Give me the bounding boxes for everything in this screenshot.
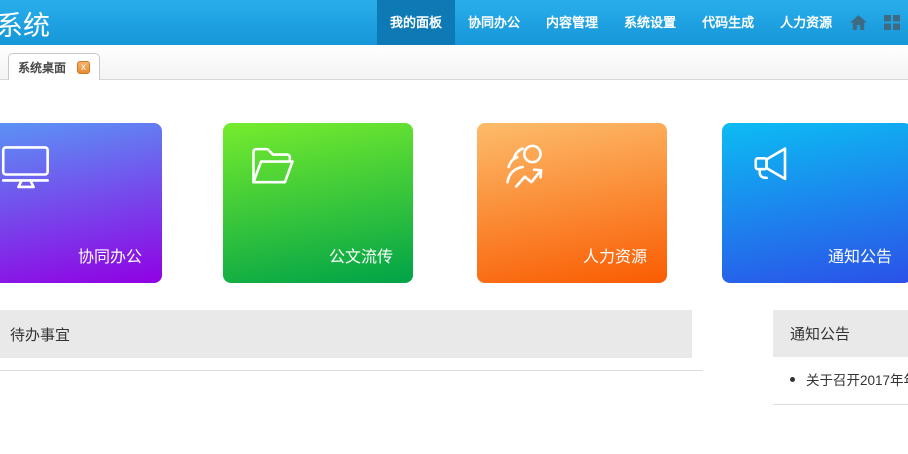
tile-document-flow[interactable]: 公文流传 (223, 123, 413, 283)
person-growth-icon (501, 141, 553, 193)
tile-collab-office[interactable]: 协同办公 (0, 123, 162, 283)
tile-label: 人力资源 (583, 243, 647, 267)
tile-notices[interactable]: 通知公告 (722, 123, 908, 283)
bullet-icon (790, 377, 795, 382)
nav-item-my-dashboard[interactable]: 我的面板 (377, 0, 455, 45)
app-title: 系统 (0, 4, 50, 43)
tab-label: 系统桌面 (18, 59, 66, 76)
notice-panel-title: 通知公告 (790, 323, 850, 344)
megaphone-icon (746, 141, 798, 193)
grid-icon[interactable] (883, 15, 901, 31)
tile-label: 公文流传 (329, 243, 393, 267)
main-nav: 我的面板 协同办公 内容管理 系统设置 代码生成 人力资源 (377, 0, 845, 45)
notice-item-divider (773, 404, 908, 405)
nav-item-content-mgmt[interactable]: 内容管理 (533, 0, 611, 45)
todo-panel-divider (0, 370, 703, 371)
nav-item-code-gen[interactable]: 代码生成 (689, 0, 767, 45)
nav-item-collab-office[interactable]: 协同办公 (455, 0, 533, 45)
close-icon[interactable]: x (77, 61, 90, 74)
notice-item-text: 关于召开2017年年 (806, 369, 908, 389)
notice-list-item[interactable]: 关于召开2017年年 (773, 369, 908, 389)
app-window: 系统 我的面板 协同办公 内容管理 系统设置 代码生成 人力资源 系统桌面 x (0, 0, 908, 454)
todo-panel-title: 待办事宜 (10, 324, 70, 345)
folder-open-icon (247, 141, 299, 193)
home-icon[interactable] (849, 15, 867, 31)
tab-bar: 系统桌面 x (0, 45, 908, 80)
nav-item-hr[interactable]: 人力资源 (767, 0, 845, 45)
tile-label: 通知公告 (828, 243, 892, 267)
todo-panel-header: 待办事宜 (0, 310, 692, 358)
nav-item-system-settings[interactable]: 系统设置 (611, 0, 689, 45)
top-header: 系统 我的面板 协同办公 内容管理 系统设置 代码生成 人力资源 (0, 0, 908, 45)
tile-hr[interactable]: 人力资源 (477, 123, 667, 283)
tab-system-desktop[interactable]: 系统桌面 x (8, 53, 100, 80)
notice-panel-header: 通知公告 (773, 310, 908, 357)
tile-label: 协同办公 (78, 243, 142, 267)
header-icon-group (849, 0, 901, 45)
monitor-icon (0, 142, 52, 194)
